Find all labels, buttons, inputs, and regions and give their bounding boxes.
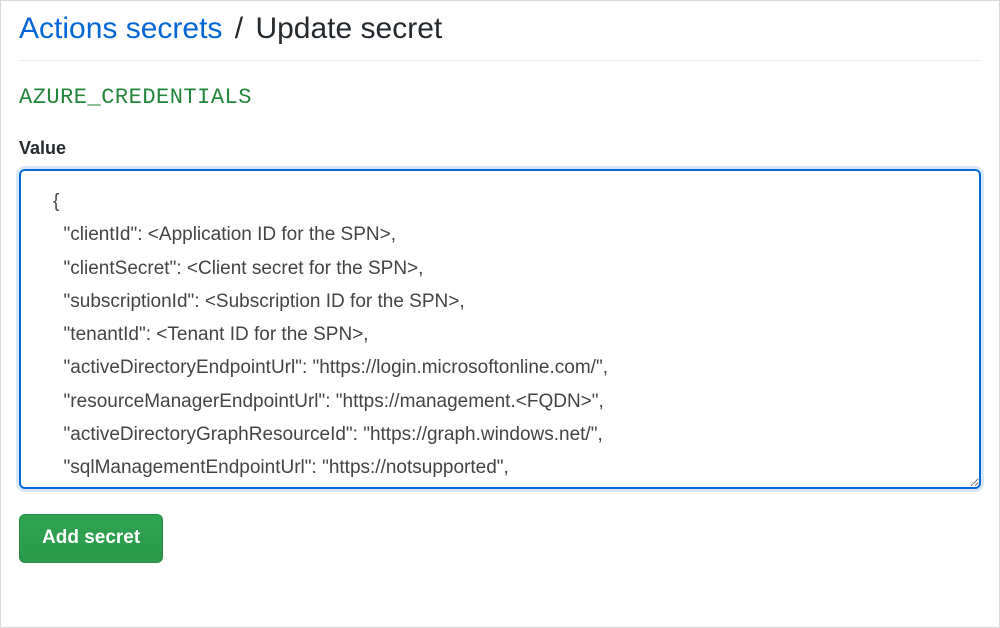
breadcrumb-parent-link[interactable]: Actions secrets [19, 12, 222, 45]
breadcrumb: Actions secrets / Update secret [19, 9, 981, 61]
breadcrumb-current: Update secret [255, 12, 442, 45]
secret-value-input[interactable] [19, 169, 981, 489]
update-secret-panel: Actions secrets / Update secret AZURE_CR… [0, 0, 1000, 628]
value-label: Value [19, 138, 981, 159]
add-secret-button[interactable]: Add secret [19, 514, 163, 563]
breadcrumb-separator: / [231, 12, 247, 45]
value-field-wrapper [19, 169, 981, 494]
secret-name: AZURE_CREDENTIALS [19, 85, 981, 110]
